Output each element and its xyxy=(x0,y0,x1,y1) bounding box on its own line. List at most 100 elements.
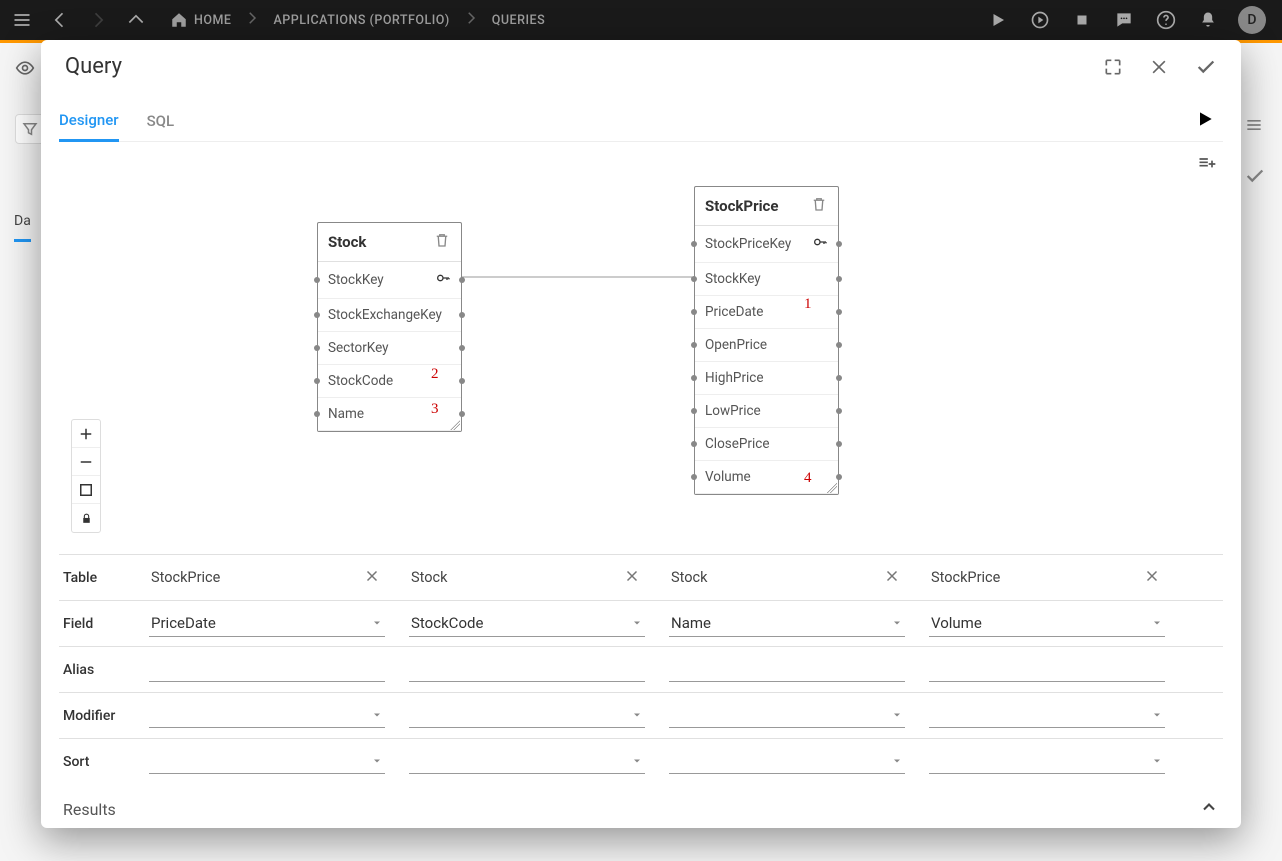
modifier-select[interactable] xyxy=(149,704,385,728)
zoom-fit-button[interactable] xyxy=(72,476,100,504)
sort-select[interactable] xyxy=(929,750,1165,774)
confirm-icon[interactable] xyxy=(1195,56,1217,78)
key-icon xyxy=(812,234,828,254)
annotation: 2 xyxy=(431,366,439,383)
results-label: Results xyxy=(63,800,116,819)
remove-column-button[interactable] xyxy=(1139,563,1165,593)
trash-icon[interactable] xyxy=(810,195,828,217)
chevron-down-icon xyxy=(629,752,645,771)
check-icon xyxy=(1244,165,1266,187)
run-button[interactable] xyxy=(1195,109,1223,133)
designer-canvas[interactable]: Stock StockKey StockExchangeKey SectorKe… xyxy=(59,174,1223,554)
background-tab: Da xyxy=(14,213,31,242)
remove-column-button[interactable] xyxy=(619,563,645,593)
query-dialog: Query Designer SQL xyxy=(41,40,1241,828)
topbar: HOME APPLICATIONS (PORTFOLIO) QUERIES D xyxy=(0,0,1282,40)
tab-designer[interactable]: Designer xyxy=(59,101,119,142)
alias-input[interactable] xyxy=(149,657,385,682)
entity-field[interactable]: StockPriceKey xyxy=(695,226,838,263)
entity-field[interactable]: HighPrice xyxy=(695,362,838,395)
bell-icon[interactable] xyxy=(1196,8,1220,32)
dialog-tabs: Designer SQL xyxy=(59,93,1223,142)
key-icon xyxy=(435,270,451,290)
entity-field[interactable]: Volume xyxy=(695,461,838,494)
hamburger-icon xyxy=(1244,115,1264,135)
resize-handle[interactable] xyxy=(450,420,460,430)
trash-icon[interactable] xyxy=(433,231,451,253)
entity-field[interactable]: SectorKey xyxy=(318,332,461,365)
entity-field[interactable]: OpenPrice xyxy=(695,329,838,362)
sort-select[interactable] xyxy=(669,750,905,774)
play-icon[interactable] xyxy=(986,8,1010,32)
chevron-right-icon xyxy=(243,9,261,31)
entity-title: Stock xyxy=(328,233,366,251)
entity-field[interactable]: PriceDate xyxy=(695,296,838,329)
remove-column-button[interactable] xyxy=(359,563,385,593)
close-icon[interactable] xyxy=(1149,57,1169,77)
zoom-controls xyxy=(71,419,101,533)
chevron-down-icon xyxy=(1149,614,1165,633)
table-cell: Stock xyxy=(669,565,879,590)
resize-handle[interactable] xyxy=(827,483,837,493)
play-circle-icon[interactable] xyxy=(1028,8,1052,32)
results-bar[interactable]: Results xyxy=(59,785,1223,821)
field-select[interactable]: Volume xyxy=(929,610,1165,637)
zoom-out-button[interactable] xyxy=(72,448,100,476)
remove-column-button[interactable] xyxy=(879,563,905,593)
alias-input[interactable] xyxy=(669,657,905,682)
breadcrumb-applications[interactable]: APPLICATIONS (PORTFOLIO) xyxy=(273,13,449,28)
chat-icon[interactable] xyxy=(1112,8,1136,32)
entity-stockprice[interactable]: StockPrice StockPriceKey StockKey PriceD… xyxy=(694,186,839,495)
chevron-up-icon[interactable] xyxy=(1199,797,1219,821)
chevron-down-icon xyxy=(889,614,905,633)
table-cell: StockPrice xyxy=(929,565,1139,590)
entity-stock[interactable]: Stock StockKey StockExchangeKey SectorKe… xyxy=(317,222,462,432)
breadcrumb: HOME APPLICATIONS (PORTFOLIO) QUERIES xyxy=(170,9,545,31)
chevron-down-icon xyxy=(369,706,385,725)
back-icon[interactable] xyxy=(48,8,72,32)
fullscreen-icon[interactable] xyxy=(1103,57,1123,77)
grid-row-alias: Alias xyxy=(59,647,1223,693)
entity-field[interactable]: Name xyxy=(318,398,461,431)
modifier-select[interactable] xyxy=(409,704,645,728)
chevron-right-icon xyxy=(462,9,480,31)
breadcrumb-queries[interactable]: QUERIES xyxy=(492,13,545,28)
help-icon[interactable] xyxy=(1154,8,1178,32)
entity-field[interactable]: StockKey xyxy=(695,263,838,296)
table-cell: Stock xyxy=(409,565,619,590)
menu-icon[interactable] xyxy=(10,8,34,32)
breadcrumb-home[interactable]: HOME xyxy=(170,11,231,29)
chevron-down-icon xyxy=(369,752,385,771)
modifier-select[interactable] xyxy=(669,704,905,728)
sort-select[interactable] xyxy=(149,750,385,774)
avatar[interactable]: D xyxy=(1238,6,1266,34)
entity-field[interactable]: StockExchangeKey xyxy=(318,299,461,332)
entity-field[interactable]: LowPrice xyxy=(695,395,838,428)
tab-sql[interactable]: SQL xyxy=(147,102,175,140)
chevron-down-icon xyxy=(889,752,905,771)
table-cell: StockPrice xyxy=(149,565,359,590)
chevron-down-icon xyxy=(629,614,645,633)
add-column-button[interactable] xyxy=(59,142,1223,174)
entity-field[interactable]: ClosePrice xyxy=(695,428,838,461)
annotation: 3 xyxy=(431,401,439,418)
stop-icon[interactable] xyxy=(1070,8,1094,32)
alias-input[interactable] xyxy=(409,657,645,682)
zoom-lock-button[interactable] xyxy=(72,504,100,532)
home-icon xyxy=(170,11,188,29)
alias-input[interactable] xyxy=(929,657,1165,682)
annotation: 4 xyxy=(804,470,812,487)
field-select[interactable]: PriceDate xyxy=(149,610,385,637)
up-icon[interactable] xyxy=(124,8,148,32)
grid-row-sort: Sort xyxy=(59,739,1223,785)
field-select[interactable]: StockCode xyxy=(409,610,645,637)
field-select[interactable]: Name xyxy=(669,610,905,637)
entity-field[interactable]: StockCode xyxy=(318,365,461,398)
modifier-select[interactable] xyxy=(929,704,1165,728)
chevron-down-icon xyxy=(369,614,385,633)
grid-row-table: Table StockPrice Stock Stock StockPrice xyxy=(59,555,1223,601)
zoom-in-button[interactable] xyxy=(72,420,100,448)
sort-select[interactable] xyxy=(409,750,645,774)
dialog-header: Query xyxy=(41,40,1241,93)
entity-field[interactable]: StockKey xyxy=(318,262,461,299)
